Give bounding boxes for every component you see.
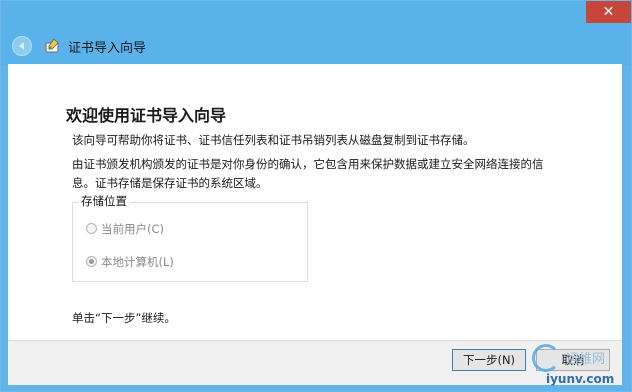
page-heading: 欢迎使用证书导入向导: [66, 106, 227, 125]
store-location-label: 存储位置: [78, 193, 130, 209]
window-title: 证书导入向导: [68, 41, 147, 56]
description-line-1: 由证书颁发机构颁发的证书是对你身份的确认，它包含用来保护数据或建立安全网络连接的…: [72, 157, 544, 171]
intro-text: 该向导可帮助你将证书、证书信任列表和证书吊销列表从磁盘复制到证书存储。: [72, 133, 475, 147]
description-line-2: 息。证书存储是保存证书的系统区域。: [72, 176, 268, 190]
radio-label: 本地计算机(L): [101, 255, 174, 269]
watermark-logo-icon: [532, 344, 560, 372]
close-button[interactable]: ✕: [586, 1, 631, 23]
radio-local-machine[interactable]: 本地计算机(L): [86, 254, 174, 270]
continue-hint: 单击“下一步”继续。: [72, 311, 176, 325]
certificate-wizard-icon: [45, 38, 59, 53]
radio-button[interactable]: [86, 256, 97, 267]
radio-label: 当前用户(C): [101, 222, 165, 236]
watermark-text: 运维网: [566, 352, 606, 367]
watermark-url: iyunv.com: [546, 372, 615, 386]
button-bar: [8, 340, 622, 385]
radio-current-user[interactable]: 当前用户(C): [86, 221, 164, 237]
next-button[interactable]: 下一步(N): [452, 349, 526, 371]
radio-button[interactable]: [86, 223, 97, 234]
back-button[interactable]: [12, 36, 32, 56]
title-bar: ✕ 证书导入向导: [1, 1, 631, 65]
store-location-group: [72, 202, 308, 282]
